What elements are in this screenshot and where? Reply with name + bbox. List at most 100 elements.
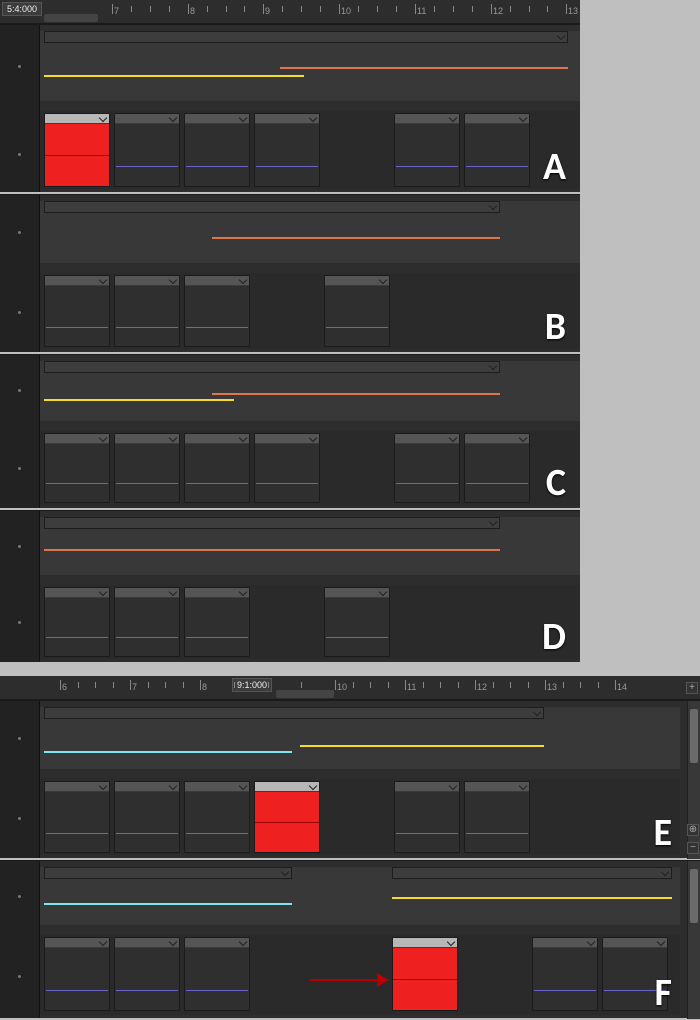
automation-lane[interactable]: [40, 867, 680, 925]
position-readout[interactable]: 9:1:000: [232, 678, 272, 692]
region-bar[interactable]: [44, 707, 544, 719]
region-bar[interactable]: [44, 201, 500, 213]
ruler-tick: [335, 680, 336, 690]
automation-lane[interactable]: [40, 31, 580, 101]
clip-selected[interactable]: [392, 937, 458, 1011]
timeline-ruler-top[interactable]: 5:4:000 78910111213: [0, 0, 580, 24]
chevron-down-icon: [170, 116, 176, 122]
clip-lane[interactable]: [40, 111, 580, 189]
clip[interactable]: [44, 781, 110, 853]
clip[interactable]: [394, 781, 460, 853]
clip[interactable]: [394, 433, 460, 503]
automation-lane[interactable]: [40, 707, 680, 769]
horizontal-scrollbar[interactable]: [276, 690, 334, 698]
segment-orange[interactable]: [44, 549, 500, 551]
ruler-tick-label: 8: [190, 6, 195, 16]
clip[interactable]: [532, 937, 598, 1011]
clip[interactable]: [394, 113, 460, 187]
panel-label: B: [545, 308, 566, 346]
clip[interactable]: [184, 937, 250, 1011]
track-header-column: [0, 861, 40, 1018]
clip[interactable]: [114, 781, 180, 853]
chevron-down-icon: [490, 520, 496, 526]
ruler-tick: [263, 4, 264, 14]
vertical-scrollbar[interactable]: [687, 861, 700, 1019]
ruler-tick: [615, 680, 616, 690]
clip[interactable]: [114, 937, 180, 1011]
horizontal-scrollbar[interactable]: [44, 14, 98, 22]
clip[interactable]: [184, 587, 250, 657]
ruler-minor-tick: [301, 6, 302, 12]
clip-lane[interactable]: [40, 431, 580, 505]
clip[interactable]: [44, 587, 110, 657]
clip[interactable]: [184, 275, 250, 347]
clip[interactable]: [254, 113, 320, 187]
chevron-down-icon: [170, 940, 176, 946]
region-bar[interactable]: [44, 517, 500, 529]
clip[interactable]: [184, 781, 250, 853]
scrollbar-thumb[interactable]: [690, 709, 698, 763]
ruler-minor-tick: [165, 682, 166, 688]
chevron-down-icon: [240, 940, 246, 946]
ruler-tick: [112, 4, 113, 14]
clip-lane[interactable]: [40, 779, 680, 855]
region-bar[interactable]: [44, 867, 292, 879]
ruler-minor-tick: [529, 6, 530, 12]
clip[interactable]: [254, 433, 320, 503]
segment-cyan[interactable]: [44, 903, 292, 905]
chevron-down-icon: [662, 870, 668, 876]
track-header-column: [0, 355, 40, 508]
region-bar[interactable]: [44, 361, 500, 373]
chevron-down-icon: [490, 364, 496, 370]
ruler-tick-label: 6: [62, 682, 67, 692]
clip[interactable]: [44, 275, 110, 347]
position-readout[interactable]: 5:4:000: [2, 2, 42, 16]
segment-yellow[interactable]: [392, 897, 672, 899]
clip-selected[interactable]: [254, 781, 320, 853]
clip-selected[interactable]: [44, 113, 110, 187]
ruler-tick-label: 7: [132, 682, 137, 692]
segment-cyan[interactable]: [44, 751, 292, 753]
timeline-ruler-bottom[interactable]: 9:1:000 + 6781011121314: [0, 676, 700, 700]
zoom-in-button[interactable]: +: [686, 682, 698, 694]
ruler-minor-tick: [268, 682, 269, 688]
automation-lane[interactable]: [40, 361, 580, 421]
clip[interactable]: [464, 433, 530, 503]
clip[interactable]: [464, 113, 530, 187]
region-bar[interactable]: [44, 31, 568, 43]
region-bar[interactable]: [392, 867, 672, 879]
zoom-out-button[interactable]: −: [687, 842, 699, 854]
clip[interactable]: [44, 937, 110, 1011]
segment-orange[interactable]: [280, 67, 568, 69]
ruler-minor-tick: [528, 682, 529, 688]
clip[interactable]: [114, 275, 180, 347]
clip[interactable]: [114, 433, 180, 503]
automation-lane[interactable]: [40, 201, 580, 263]
segment-orange[interactable]: [212, 393, 500, 395]
scrollbar-thumb[interactable]: [690, 869, 698, 923]
clip-lane[interactable]: [40, 935, 680, 1015]
ruler-minor-tick: [434, 6, 435, 12]
clip[interactable]: [184, 433, 250, 503]
segment-orange[interactable]: [212, 237, 500, 239]
automation-lane[interactable]: [40, 517, 580, 575]
ruler-tick: [60, 680, 61, 690]
clip-lane[interactable]: [40, 585, 580, 659]
clip[interactable]: [114, 113, 180, 187]
ruler-minor-tick: [598, 682, 599, 688]
clip[interactable]: [324, 275, 390, 347]
ruler-minor-tick: [148, 682, 149, 688]
segment-yellow[interactable]: [44, 75, 304, 77]
ruler-minor-tick: [301, 682, 302, 688]
zoom-fit-button[interactable]: ⊕: [687, 824, 699, 836]
clip[interactable]: [184, 113, 250, 187]
clip-lane[interactable]: [40, 273, 580, 349]
segment-yellow[interactable]: [44, 399, 234, 401]
clip[interactable]: [114, 587, 180, 657]
ruler-minor-tick: [510, 682, 511, 688]
ruler-tick: [491, 4, 492, 14]
clip[interactable]: [464, 781, 530, 853]
clip[interactable]: [324, 587, 390, 657]
segment-yellow[interactable]: [300, 745, 544, 747]
clip[interactable]: [44, 433, 110, 503]
